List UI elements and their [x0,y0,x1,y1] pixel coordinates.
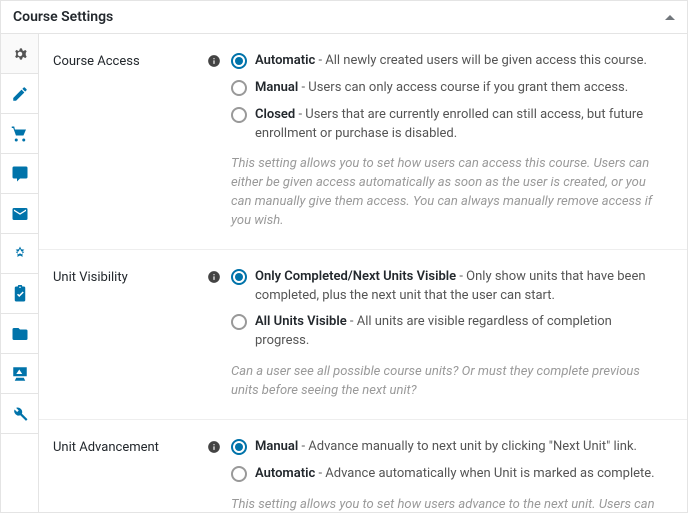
presentation-icon [11,365,29,383]
radio-icon [231,314,247,330]
help-text: This setting allows you to set how users… [231,155,669,230]
panel-header[interactable]: Course Settings [1,1,687,34]
tab-general[interactable] [1,34,38,74]
option-manual[interactable]: Manual - Users can only access course if… [231,79,669,98]
option-advance-manual[interactable]: Manual - Advance manually to next unit b… [231,438,669,457]
tab-clipboard[interactable] [1,274,38,314]
help-text: Can a user see all possible course units… [231,363,669,401]
setting-unit-visibility: Unit Visibility Only Completed/Next Unit… [39,250,687,420]
radio-icon [231,107,247,123]
option-advance-automatic[interactable]: Automatic - Advance automatically when U… [231,465,669,484]
radio-icon [231,53,247,69]
option-closed[interactable]: Closed - Users that are currently enroll… [231,106,669,144]
help-text: This setting allows you to set how users… [231,496,669,513]
cart-icon [11,125,29,143]
option-all-units[interactable]: All Units Visible - All units are visibl… [231,313,669,351]
tab-badge[interactable] [1,234,38,274]
setting-label: Unit Advancement [53,438,193,512]
info-icon[interactable] [203,438,221,512]
settings-tabs [1,34,39,512]
setting-course-access: Course Access Automatic - All newly crea… [39,34,687,250]
badge-icon [11,245,29,263]
setting-label: Course Access [53,52,193,231]
wrench-icon [11,405,29,423]
tab-folder[interactable] [1,314,38,354]
collapse-caret-icon [665,15,675,20]
folder-icon [11,325,29,343]
mail-icon [11,205,29,223]
option-completed-next[interactable]: Only Completed/Next Units Visible - Only… [231,268,669,306]
chat-icon [11,165,29,183]
setting-label: Unit Visibility [53,268,193,401]
panel-title: Course Settings [13,9,113,25]
info-icon[interactable] [203,268,221,401]
clipboard-check-icon [11,285,29,303]
tab-presentation[interactable] [1,354,38,394]
tab-tools[interactable] [1,394,38,434]
option-automatic[interactable]: Automatic - All newly created users will… [231,52,669,71]
radio-icon [231,80,247,96]
radio-icon [231,466,247,482]
gear-icon [11,45,29,63]
tab-edit[interactable] [1,74,38,114]
settings-content: Course Access Automatic - All newly crea… [39,34,687,512]
tab-cart[interactable] [1,114,38,154]
radio-icon [231,439,247,455]
setting-unit-advancement: Unit Advancement Manual - Advance manual… [39,420,687,512]
tab-mail[interactable] [1,194,38,234]
radio-icon [231,269,247,285]
tab-comment[interactable] [1,154,38,194]
edit-icon [11,85,29,103]
info-icon[interactable] [203,52,221,231]
